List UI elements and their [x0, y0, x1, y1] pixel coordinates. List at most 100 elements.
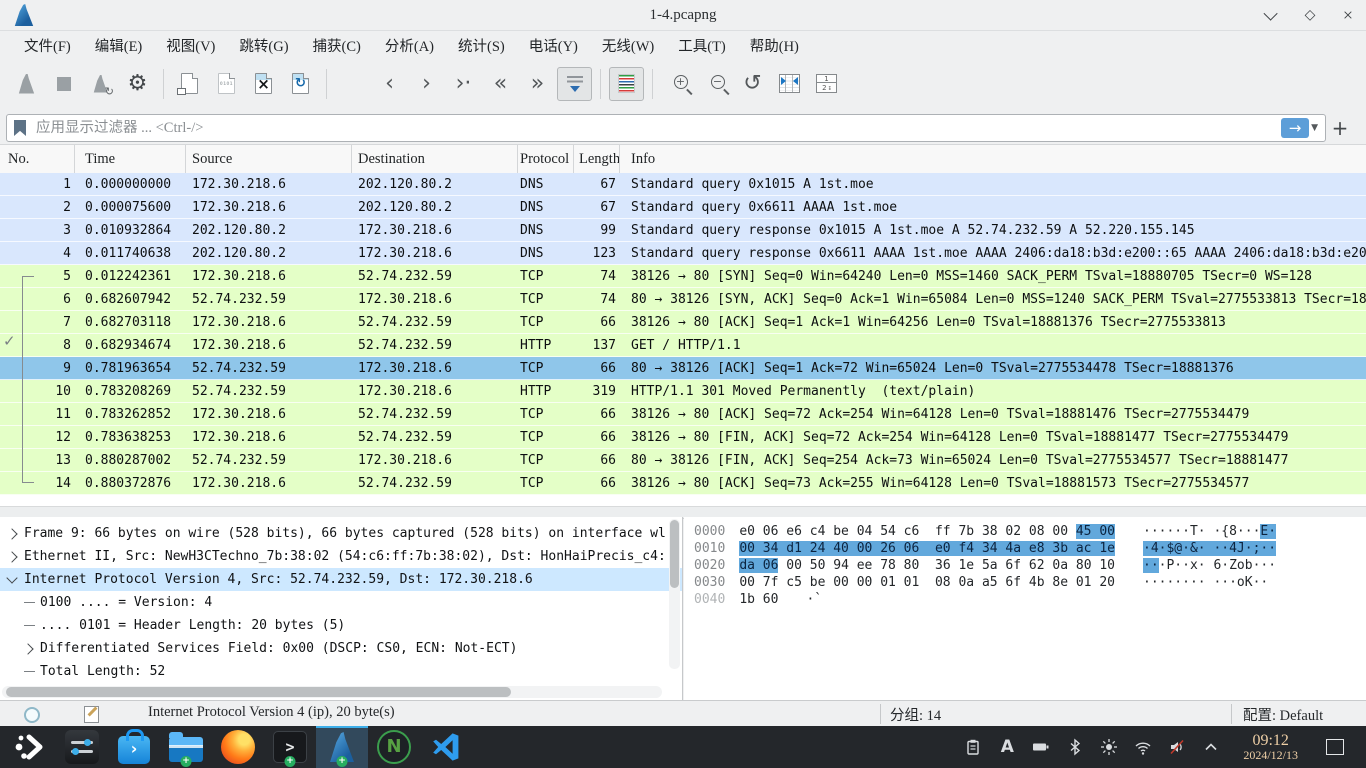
packet-row-9[interactable]: 9 0.781963654 52.74.232.59 172.30.218.6 … [0, 357, 1366, 380]
hex-row[interactable]: 0000e0 06 e6 c4 be 04 54 c6 ff 7b 38 02 … [684, 523, 1366, 540]
find-packet-button[interactable] [335, 67, 370, 101]
hex-row[interactable]: 0020da 06 00 50 94 ee 78 80 36 1e 5a 6f … [684, 557, 1366, 574]
expert-info-icon[interactable] [24, 707, 40, 723]
taskbar-discover[interactable] [108, 726, 160, 768]
auto-scroll-button[interactable] [557, 67, 592, 101]
resize-columns-button[interactable] [772, 67, 807, 101]
detail-line[interactable]: Differentiated Services Field: 0x00 (DSC… [0, 637, 682, 660]
menu-item-0[interactable]: 文件(F) [12, 31, 83, 60]
capture-options-button[interactable]: ⚙ [120, 67, 155, 101]
chevron-right-icon[interactable] [22, 643, 33, 654]
column-header-destination[interactable]: Destination [352, 145, 518, 173]
menu-item-5[interactable]: 分析(A) [373, 31, 446, 60]
clock[interactable]: 09:12 2024/12/13 [1243, 732, 1298, 763]
open-file-button[interactable] [172, 67, 207, 101]
go-back-button[interactable]: ‹ [372, 67, 407, 101]
brightness-icon[interactable] [1099, 737, 1119, 757]
column-header-info[interactable]: Info [620, 145, 1366, 173]
bookmark-icon[interactable] [14, 120, 26, 136]
hex-row[interactable]: 00401b 60·` [684, 591, 1366, 608]
filter-dropdown-caret-icon[interactable]: ▼ [1311, 123, 1318, 133]
restart-capture-button[interactable] [83, 67, 118, 101]
hex-row[interactable]: 001000 34 d1 24 40 00 26 06 e0 f4 34 4a … [684, 540, 1366, 557]
column-header-length[interactable]: Length [574, 145, 620, 173]
chevron-right-icon[interactable] [6, 551, 17, 562]
column-header-time[interactable]: Time [75, 145, 186, 173]
stop-capture-button[interactable] [46, 67, 81, 101]
detail-line[interactable]: 0100 .... = Version: 4 [0, 591, 682, 614]
clipboard-icon[interactable] [963, 737, 983, 757]
column-header-no[interactable]: No. [0, 145, 75, 173]
menu-item-8[interactable]: 无线(W) [590, 31, 666, 60]
packet-row-1[interactable]: 1 0.000000000 172.30.218.6 202.120.80.2 … [0, 173, 1366, 196]
taskbar-vscode[interactable] [420, 726, 472, 768]
column-header-source[interactable]: Source [186, 145, 352, 173]
last-packet-button[interactable]: » [520, 67, 555, 101]
taskbar-wireshark[interactable]: + [316, 726, 368, 768]
minimize-button[interactable] [1264, 7, 1280, 23]
first-packet-button[interactable]: « [483, 67, 518, 101]
reload-file-button[interactable]: ↻ [283, 67, 318, 101]
zoom-reset-button[interactable]: ↺ [735, 67, 770, 101]
show-desktop-button[interactable] [1326, 739, 1344, 755]
detail-line[interactable]: Internet Protocol Version 4, Src: 52.74.… [0, 568, 682, 591]
taskbar-app-launcher[interactable] [4, 726, 56, 768]
layout-button[interactable] [809, 67, 844, 101]
details-hscroll-handle[interactable] [6, 687, 511, 697]
packet-row-12[interactable]: 12 0.783638253 172.30.218.6 52.74.232.59… [0, 426, 1366, 449]
menu-item-9[interactable]: 工具(T) [666, 31, 738, 60]
taskbar-system-settings[interactable] [56, 726, 108, 768]
battery-icon[interactable] [1031, 737, 1051, 757]
detail-line[interactable]: Total Length: 52 [0, 660, 682, 683]
menu-item-4[interactable]: 捕获(C) [301, 31, 373, 60]
expand-tray-icon[interactable] [1201, 737, 1221, 757]
packet-row-4[interactable]: 4 0.011740638 202.120.80.2 172.30.218.6 … [0, 242, 1366, 265]
taskbar-file-manager[interactable]: + [160, 726, 212, 768]
wifi-icon[interactable] [1133, 737, 1153, 757]
packet-row-7[interactable]: 7 0.682703118 172.30.218.6 52.74.232.59 … [0, 311, 1366, 334]
column-header-protocol[interactable]: Protocol [518, 145, 574, 173]
close-button[interactable]: × [1340, 7, 1356, 23]
detail-line[interactable]: Ethernet II, Src: NewH3CTechno_7b:38:02 … [0, 545, 682, 568]
menu-item-1[interactable]: 编辑(E) [83, 31, 155, 60]
taskbar-firefox[interactable] [212, 726, 264, 768]
zoom-out-button[interactable]: − [698, 67, 733, 101]
packet-row-2[interactable]: 2 0.000075600 172.30.218.6 202.120.80.2 … [0, 196, 1366, 219]
maximize-button[interactable]: ◇ [1302, 7, 1318, 23]
keyboard-layout-icon[interactable]: A [997, 737, 1017, 757]
display-filter-input[interactable] [34, 119, 1281, 138]
chevron-down-icon[interactable] [6, 572, 17, 583]
detail-line[interactable]: Frame 9: 66 bytes on wire (528 bits), 66… [0, 522, 682, 545]
menu-item-7[interactable]: 电话(Y) [517, 31, 590, 60]
menu-item-2[interactable]: 视图(V) [154, 31, 227, 60]
menu-item-6[interactable]: 统计(S) [446, 31, 517, 60]
packet-row-3[interactable]: 3 0.010932864 202.120.80.2 172.30.218.6 … [0, 219, 1366, 242]
add-filter-button[interactable]: + [1326, 115, 1354, 141]
chevron-right-icon[interactable] [6, 528, 17, 539]
menu-item-3[interactable]: 跳转(G) [227, 31, 300, 60]
packet-row-8[interactable]: 8 0.682934674 172.30.218.6 52.74.232.59 … [0, 334, 1366, 357]
apply-filter-button[interactable]: → [1281, 118, 1309, 138]
bluetooth-icon[interactable] [1065, 737, 1085, 757]
menu-item-10[interactable]: 帮助(H) [738, 31, 811, 60]
close-file-button[interactable]: × [246, 67, 281, 101]
status-profile[interactable]: 配置: Default [1243, 704, 1323, 725]
taskbar-neovim[interactable]: N [368, 726, 420, 768]
packet-row-11[interactable]: 11 0.783262852 172.30.218.6 52.74.232.59… [0, 403, 1366, 426]
hex-row[interactable]: 003000 7f c5 be 00 00 01 01 08 0a a5 6f … [684, 574, 1366, 591]
colorize-button[interactable] [609, 67, 644, 101]
volume-muted-icon[interactable] [1167, 737, 1187, 757]
packet-row-13[interactable]: 13 0.880287002 52.74.232.59 172.30.218.6… [0, 449, 1366, 472]
detail-line[interactable]: .... 0101 = Header Length: 20 bytes (5) [0, 614, 682, 637]
go-forward-button[interactable]: › [409, 67, 444, 101]
start-capture-button[interactable] [9, 67, 44, 101]
capture-comment-icon[interactable] [84, 706, 99, 723]
packet-row-6[interactable]: 6 0.682607942 52.74.232.59 172.30.218.6 … [0, 288, 1366, 311]
zoom-in-button[interactable]: + [661, 67, 696, 101]
details-vscroll-handle[interactable] [670, 520, 679, 588]
packet-row-10[interactable]: 10 0.783208269 52.74.232.59 172.30.218.6… [0, 380, 1366, 403]
taskbar-terminal[interactable]: >+ [264, 726, 316, 768]
packet-row-5[interactable]: 5 0.012242361 172.30.218.6 52.74.232.59 … [0, 265, 1366, 288]
go-to-packet-button[interactable]: ›· [446, 67, 481, 101]
save-file-button[interactable]: 0101 [209, 67, 244, 101]
